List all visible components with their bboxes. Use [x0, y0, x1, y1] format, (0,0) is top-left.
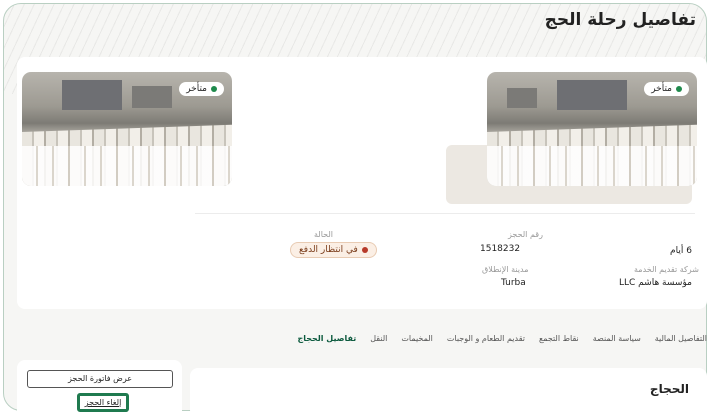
trip-card: متأخر متأخر الحالة في انتظار الدفع رقم ا…	[17, 57, 707, 309]
building-shape	[557, 80, 627, 110]
tab-platform-policy[interactable]: سياسة المنصة	[593, 334, 641, 343]
status-badge-late: متأخر	[644, 82, 689, 96]
building-shape	[507, 88, 537, 108]
section-title: الحجاج	[649, 382, 689, 396]
badge-label: متأخر	[186, 84, 207, 94]
provider-label: شركة تقديم الخدمة	[634, 265, 699, 274]
actions-panel: عرض فاتورة الحجز إلغاء الحجز	[17, 360, 182, 414]
details-tabs: تفاصيل الحجاج النقل المخيمات تقديم الطعا…	[297, 334, 707, 343]
building-shape	[132, 86, 172, 108]
badge-label: متأخر	[651, 84, 672, 94]
tab-camps[interactable]: المخيمات	[401, 334, 432, 343]
building-shape	[62, 80, 122, 110]
view-invoice-button[interactable]: عرض فاتورة الحجز	[27, 370, 173, 388]
tab-gathering-points[interactable]: نقاط التجمع	[539, 334, 579, 343]
tents-foreground	[22, 146, 232, 186]
divider	[195, 213, 695, 214]
tab-catering[interactable]: تقديم الطعام و الوجبات	[447, 334, 525, 343]
tents-foreground	[487, 146, 697, 186]
pilgrims-section: الحجاج	[190, 368, 707, 414]
status-value: في انتظار الدفع	[299, 245, 358, 255]
provider-value: مؤسسة هاشم LLC	[619, 278, 692, 288]
late-dot-icon	[676, 86, 682, 92]
booking-number-value: 1518232	[480, 244, 521, 254]
departure-city-label: مدينة الإنطلاق	[482, 265, 529, 274]
booking-number-label: رقم الحجز	[508, 230, 543, 239]
trip-image-left[interactable]: متأخر	[22, 72, 232, 186]
tab-transport[interactable]: النقل	[370, 334, 387, 343]
duration-value: 6 أيام	[670, 246, 692, 256]
departure-city-value: Turba	[501, 278, 526, 288]
status-pill: في انتظار الدفع	[290, 242, 377, 258]
trip-image-right[interactable]: متأخر	[487, 72, 697, 186]
page-title: تفاصيل رحلة الحج	[544, 10, 696, 30]
tab-financial-details[interactable]: التفاصيل المالية	[655, 334, 707, 343]
cancel-booking-button[interactable]: إلغاء الحجز	[77, 393, 129, 412]
pending-dot-icon	[361, 247, 368, 253]
late-dot-icon	[211, 86, 217, 92]
status-badge-late: متأخر	[179, 82, 224, 96]
tab-pilgrims-details[interactable]: تفاصيل الحجاج	[297, 334, 356, 343]
status-label: الحالة	[314, 230, 333, 239]
